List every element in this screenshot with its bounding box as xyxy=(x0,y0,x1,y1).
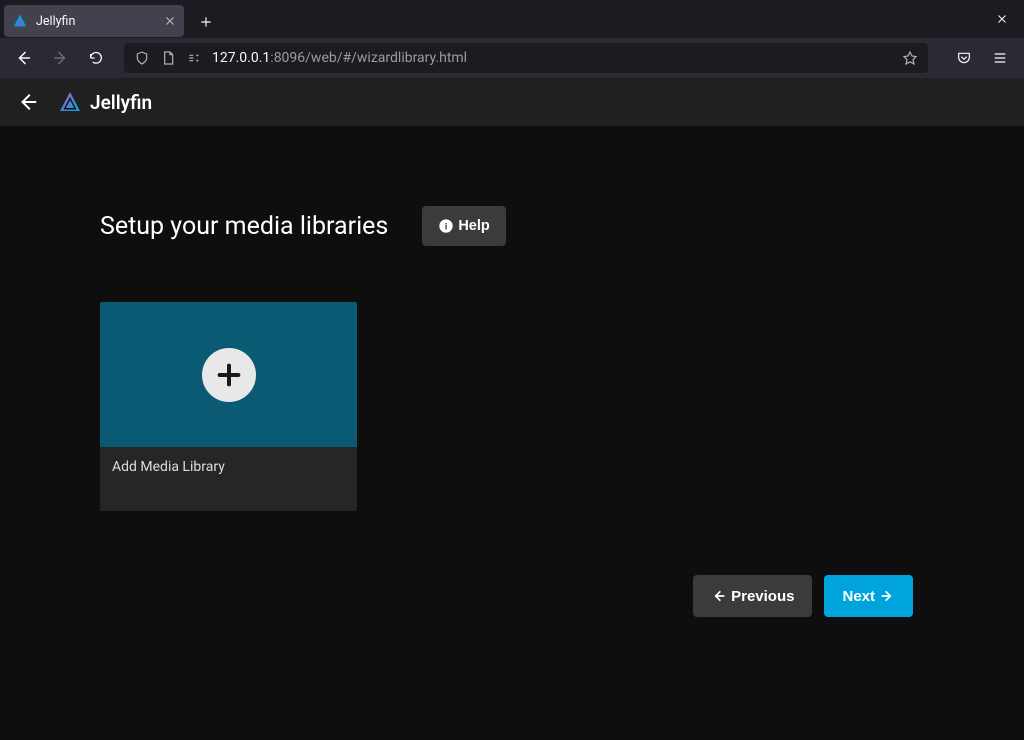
url-text: 127.0.0.1:8096/web/#/wizardlibrary.html xyxy=(212,50,892,66)
add-library-card[interactable]: Add Media Library xyxy=(100,302,357,511)
new-tab-button[interactable] xyxy=(192,8,220,36)
svg-text:i: i xyxy=(445,221,448,231)
permissions-icon xyxy=(186,50,202,66)
browser-forward-button[interactable] xyxy=(44,42,76,74)
app-back-button[interactable] xyxy=(12,86,44,118)
browser-chrome: Jellyfin xyxy=(0,0,1024,78)
brand-name: Jellyfin xyxy=(90,91,152,114)
document-icon xyxy=(160,50,176,66)
card-label: Add Media Library xyxy=(100,447,357,511)
wizard-nav: Previous Next xyxy=(100,575,913,617)
previous-button[interactable]: Previous xyxy=(693,575,812,617)
arrow-left-icon xyxy=(711,588,727,604)
toolbar: 127.0.0.1:8096/web/#/wizardlibrary.html xyxy=(0,38,1024,78)
jellyfin-logo-icon xyxy=(58,90,82,114)
info-icon: i xyxy=(438,218,454,234)
tab-bar: Jellyfin xyxy=(0,0,1024,38)
arrow-right-icon xyxy=(879,588,895,604)
toolbar-right xyxy=(948,42,1016,74)
help-label: Help xyxy=(458,218,489,234)
browser-reload-button[interactable] xyxy=(80,42,112,74)
close-tab-icon[interactable] xyxy=(164,15,176,27)
help-button[interactable]: i Help xyxy=(422,206,505,246)
shield-icon xyxy=(134,50,150,66)
page-title: Setup your media libraries xyxy=(100,212,388,241)
app-header: Jellyfin xyxy=(0,78,1024,126)
pocket-icon[interactable] xyxy=(948,42,980,74)
tab-title: Jellyfin xyxy=(36,14,156,29)
browser-tab[interactable]: Jellyfin xyxy=(4,5,184,37)
bookmark-star-icon[interactable] xyxy=(902,50,918,66)
plus-circle-icon xyxy=(202,348,256,402)
window-close-button[interactable] xyxy=(984,1,1020,37)
next-label: Next xyxy=(842,588,875,605)
browser-back-button[interactable] xyxy=(8,42,40,74)
url-host: 127.0.0.1 xyxy=(212,50,270,66)
next-button[interactable]: Next xyxy=(824,575,913,617)
address-bar[interactable]: 127.0.0.1:8096/web/#/wizardlibrary.html xyxy=(124,43,928,73)
hamburger-menu-icon[interactable] xyxy=(984,42,1016,74)
heading-row: Setup your media libraries i Help xyxy=(100,206,924,246)
library-grid: Add Media Library xyxy=(100,302,924,511)
previous-label: Previous xyxy=(731,588,794,605)
url-path: :8096/web/#/wizardlibrary.html xyxy=(270,50,467,66)
main-content: Setup your media libraries i Help Add Me… xyxy=(0,126,1024,617)
brand[interactable]: Jellyfin xyxy=(58,90,152,114)
jellyfin-favicon-icon xyxy=(12,13,28,29)
card-image xyxy=(100,302,357,447)
